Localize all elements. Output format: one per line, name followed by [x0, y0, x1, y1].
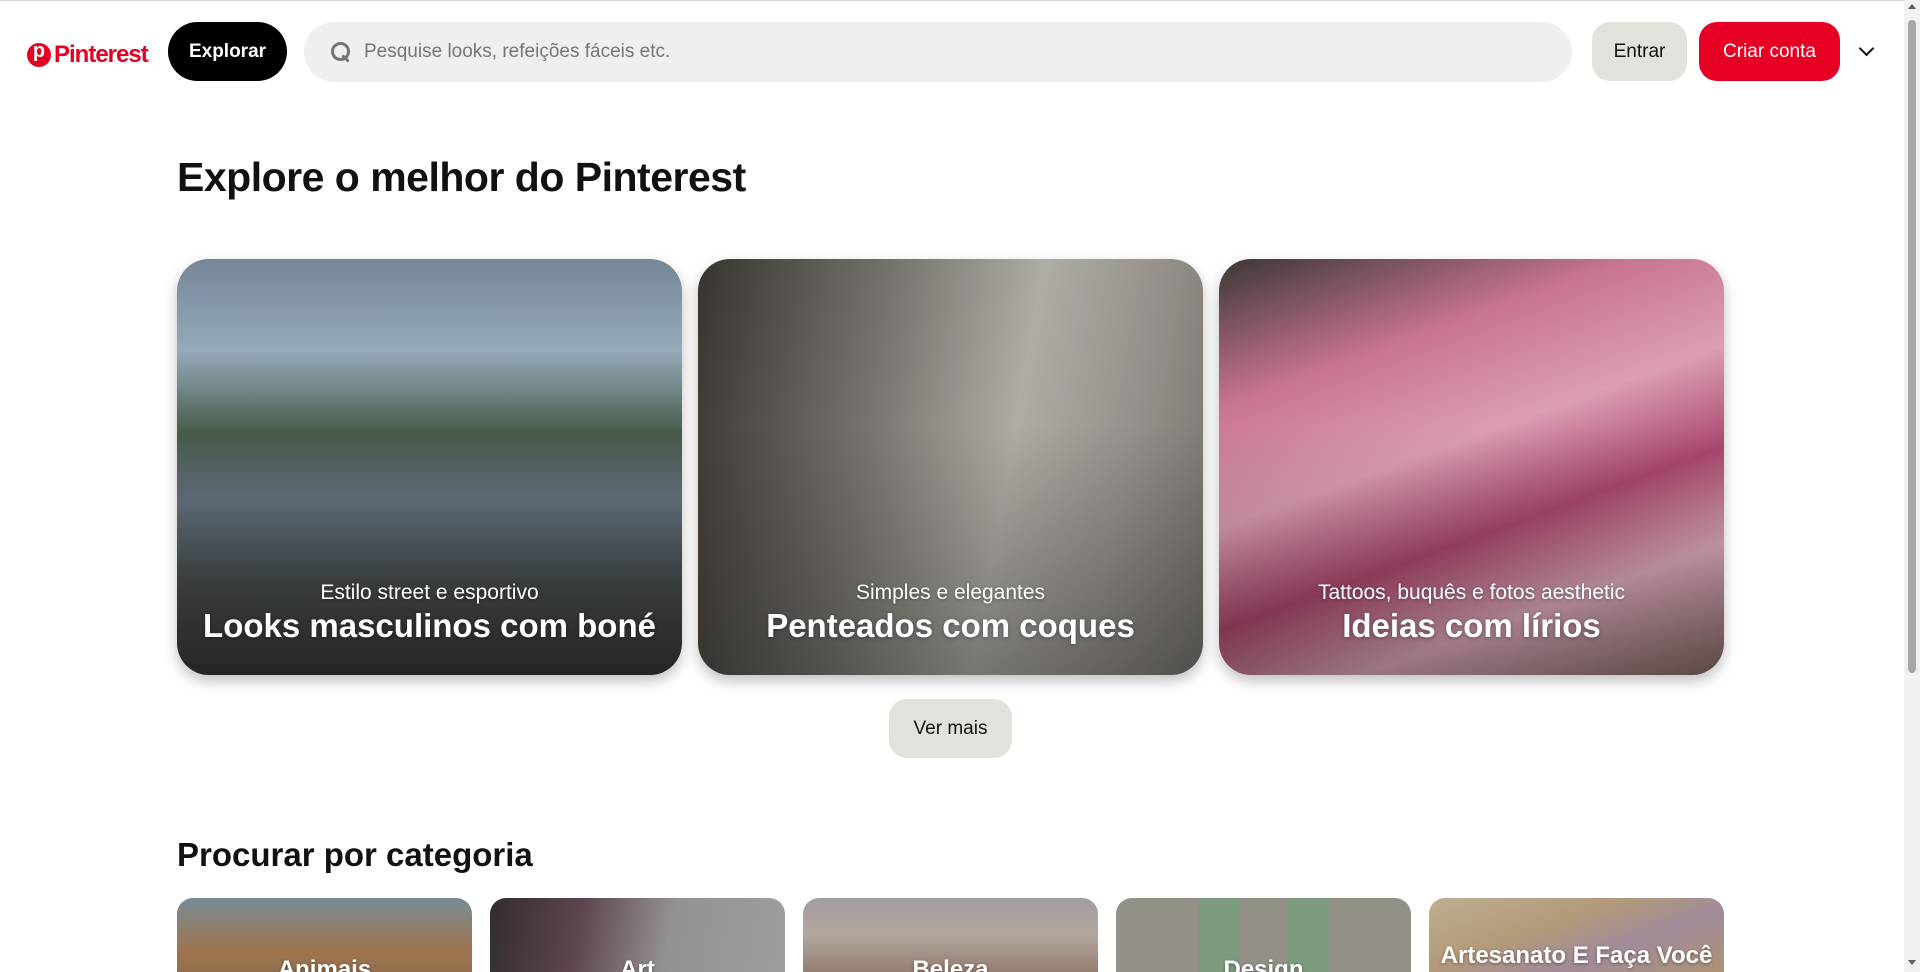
category-label: Artesanato E Faça Você [1440, 942, 1713, 969]
card-title: Penteados com coques [766, 607, 1135, 644]
pinterest-logo-icon [27, 40, 51, 67]
category-tile-artesanato[interactable]: Artesanato E Faça Você [1429, 898, 1724, 972]
explore-card-lily-ideas[interactable]: Tattoos, buquês e fotos aesthetic Ideias… [1219, 259, 1724, 675]
signup-button[interactable]: Criar conta [1699, 22, 1840, 81]
category-label: Animais [277, 956, 372, 972]
category-label: Art [620, 956, 655, 972]
top-navigation: Pinterest Explorar Entrar Criar conta [0, 1, 1904, 101]
scroll-down-arrow-icon[interactable] [1908, 960, 1916, 965]
login-button[interactable]: Entrar [1592, 22, 1687, 81]
search-icon [330, 41, 352, 63]
scrollbar-thumb[interactable] [1908, 20, 1916, 673]
explore-button[interactable]: Explorar [168, 22, 287, 81]
card-subtitle: Tattoos, buquês e fotos aesthetic [1317, 581, 1626, 604]
category-section-title: Procurar por categoria [177, 836, 533, 873]
explore-card-coque-hairstyles[interactable]: Simples e elegantes Penteados com coques [698, 259, 1203, 675]
category-label: Beleza [912, 956, 989, 972]
page-title: Explore o melhor do Pinterest [177, 154, 746, 200]
search-input[interactable] [364, 22, 1572, 82]
card-title: Ideias com lírios [1342, 607, 1601, 644]
category-tile-beleza[interactable]: Beleza [803, 898, 1098, 972]
card-subtitle: Simples e elegantes [855, 581, 1046, 604]
scroll-up-arrow-icon[interactable] [1908, 4, 1916, 9]
chevron-down-icon[interactable] [1858, 42, 1876, 60]
category-tile-art[interactable]: Art [490, 898, 785, 972]
card-subtitle: Estilo street e esportivo [320, 581, 539, 604]
see-more-button[interactable]: Ver mais [889, 699, 1012, 758]
category-label: Design [1223, 956, 1304, 972]
card-title: Looks masculinos com boné [203, 607, 656, 644]
explore-card-bone-looks[interactable]: Estilo street e esportivo Looks masculin… [177, 259, 682, 675]
vertical-scrollbar[interactable] [1904, 0, 1920, 972]
logo-text: Pinterest [54, 41, 149, 68]
search-bar[interactable] [304, 22, 1572, 82]
pinterest-logo[interactable]: Pinterest [27, 40, 149, 69]
category-tile-design[interactable]: Design [1116, 898, 1411, 972]
category-tile-animais[interactable]: Animais [177, 898, 472, 972]
